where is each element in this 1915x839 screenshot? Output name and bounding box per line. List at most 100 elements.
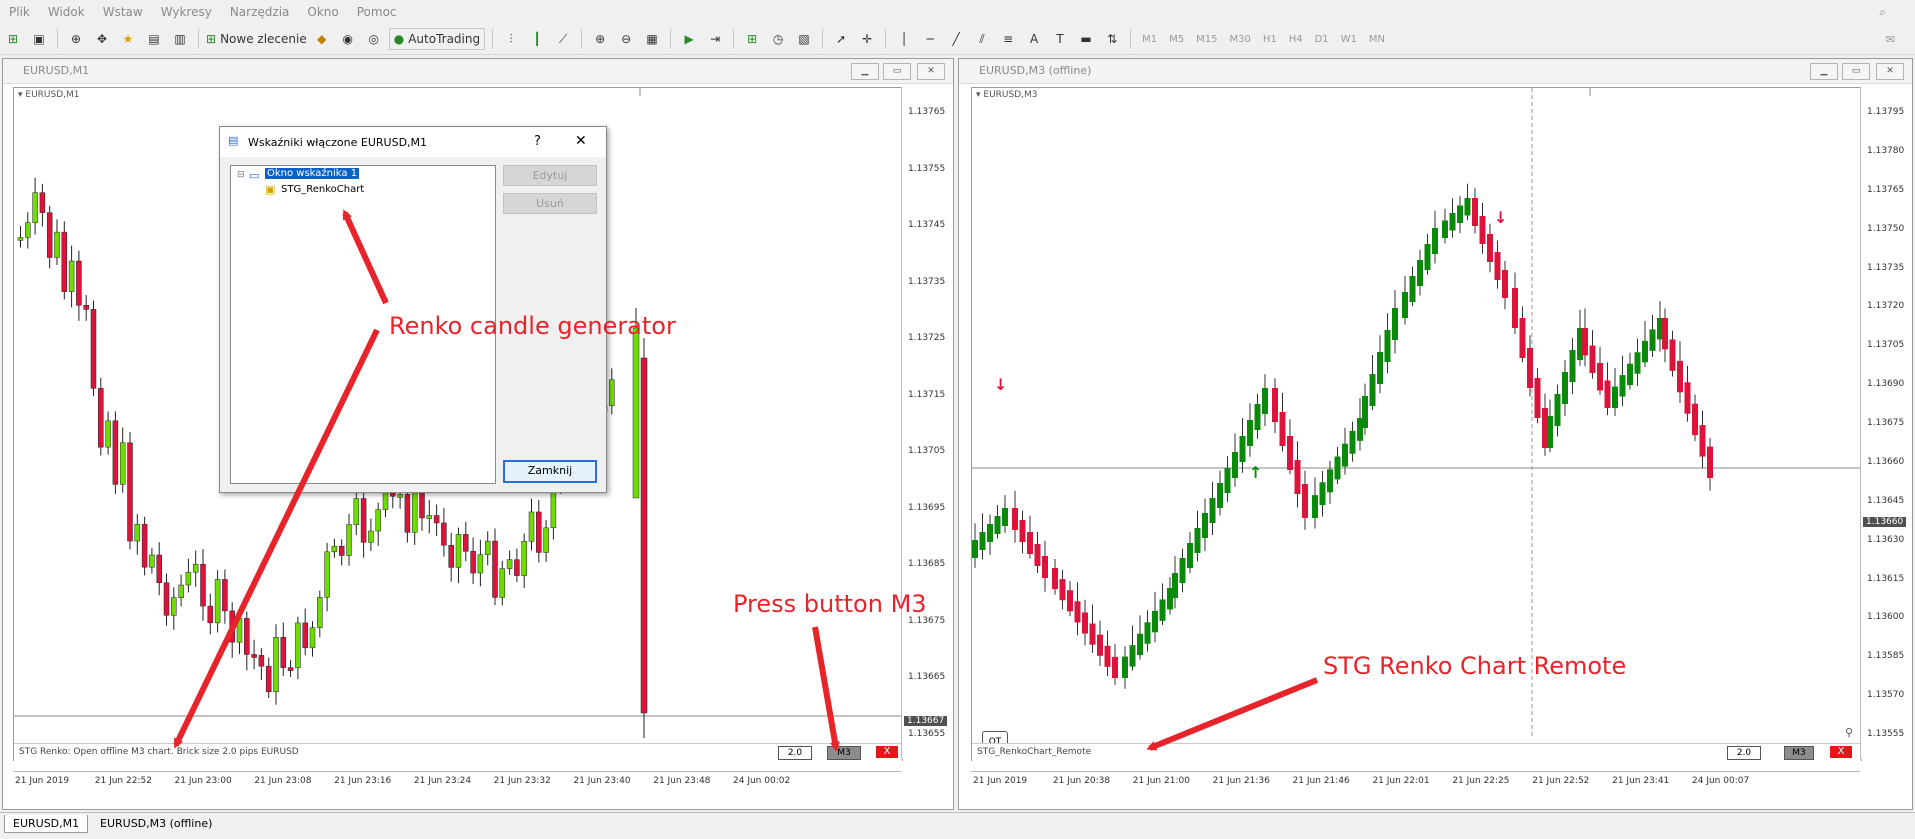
renko-brick (1012, 508, 1018, 530)
renko-brick (994, 516, 1001, 534)
new-order-button[interactable]: ⊞ Nowe zlecenie (206, 29, 307, 49)
shapes-icon[interactable]: ▬ (1075, 29, 1097, 49)
horizontal-line-icon[interactable]: ─ (919, 29, 941, 49)
right-close-x-button[interactable]: X (1830, 746, 1852, 758)
chart-shift-icon[interactable]: ⇥ (704, 29, 726, 49)
renko-brick (1302, 484, 1308, 518)
renko-brick (1144, 622, 1151, 644)
subwindow-icon: ▭ (249, 169, 260, 182)
trendline-icon[interactable]: ╱ (945, 29, 967, 49)
close-dialog-button[interactable]: Zamknij (503, 460, 597, 483)
new-chart-icon[interactable]: ⊞ (2, 29, 24, 49)
candle (470, 551, 476, 574)
tester-icon[interactable]: ▥ (169, 29, 191, 49)
search-icon[interactable]: ⌕ (1870, 5, 1895, 20)
dialog-close-button[interactable]: ✕ (575, 133, 587, 149)
left-close-x-button[interactable]: X (876, 746, 898, 758)
renko-brick (1187, 543, 1193, 568)
left-brick-input[interactable]: 2.0 (778, 746, 812, 760)
indicators-icon[interactable]: ⊞ (741, 29, 763, 49)
candle (163, 582, 170, 616)
price-label: 1.13780 (1867, 145, 1905, 156)
timeframe-m5[interactable]: M5 (1169, 34, 1184, 45)
timeframe-m15[interactable]: M15 (1196, 34, 1217, 45)
close-window-button[interactable]: ✕ (917, 63, 945, 80)
channel-icon[interactable]: ⫽ (971, 29, 993, 49)
line-chart-icon[interactable]: ⟋ (552, 29, 574, 49)
collapse-icon[interactable]: ⊟ (237, 170, 245, 180)
price-label: 1.13655 (908, 729, 946, 739)
tree-root-item[interactable]: Okno wskaźnika 1 (265, 168, 360, 179)
tab-eurusd-m3-offline[interactable]: EURUSD,M3 (offline) (92, 815, 220, 832)
label-icon[interactable]: T (1049, 29, 1071, 49)
cursor-icon[interactable]: ➚ (830, 29, 852, 49)
community-icon[interactable]: ◎ (363, 29, 385, 49)
profiles-icon[interactable]: ▣ (28, 29, 50, 49)
renko-brick (1662, 318, 1668, 350)
left-current-price-tag: 1.13667 (904, 716, 948, 726)
templates-icon[interactable]: ▧ (793, 29, 815, 49)
left-m3-button[interactable]: M3 (827, 746, 861, 760)
signals-icon[interactable]: ◉ (337, 29, 359, 49)
candle (251, 654, 257, 658)
market-watch-icon[interactable]: ⊕ (65, 29, 87, 49)
metaeditor-icon[interactable]: ◆ (311, 29, 333, 49)
arrows-icon[interactable]: ⇅ (1101, 29, 1123, 49)
timeframe-w1[interactable]: W1 (1341, 34, 1357, 45)
tree-child-item[interactable]: STG_RenkoChart (281, 184, 364, 195)
menu-narzedzia[interactable]: Narzędzia (221, 5, 299, 19)
menu-widok[interactable]: Widok (39, 5, 94, 19)
crosshair-icon[interactable]: ✛ (856, 29, 878, 49)
candle (229, 610, 235, 643)
close-window-button[interactable]: ✕ (1876, 63, 1904, 80)
help-button[interactable]: ? (534, 134, 541, 149)
zoom-in-icon[interactable]: ⊕ (589, 29, 611, 49)
zoom-out-icon[interactable]: ⊖ (615, 29, 637, 49)
renko-brick (1247, 420, 1253, 446)
menu-wykresy[interactable]: Wykresy (152, 5, 221, 19)
menu-wstaw[interactable]: Wstaw (94, 5, 152, 19)
candlestick-icon[interactable]: ┃ (526, 29, 548, 49)
chat-icon[interactable]: ✉ (1886, 33, 1895, 46)
tile-windows-icon[interactable]: ▦ (641, 29, 663, 49)
periods-icon[interactable]: ◷ (767, 29, 789, 49)
renko-brick (1202, 513, 1208, 538)
navigator-icon[interactable]: ✥ (91, 29, 113, 49)
auto-scroll-icon[interactable]: ▶ (678, 29, 700, 49)
menu-plik[interactable]: Plik (0, 5, 39, 19)
delete-button[interactable]: Usuń (503, 193, 597, 214)
price-label: 1.13735 (908, 276, 946, 287)
right-brick-input[interactable]: 2.0 (1727, 746, 1761, 760)
bar-chart-icon[interactable]: ⫶ (500, 29, 522, 49)
timeframe-mn[interactable]: MN (1369, 34, 1385, 45)
minimize-button[interactable]: ▁ (1810, 63, 1838, 80)
renko-brick (1239, 436, 1246, 462)
timeframe-m30[interactable]: M30 (1229, 34, 1250, 45)
right-m3-button[interactable]: M3 (1784, 746, 1814, 760)
text-icon[interactable]: A (1023, 29, 1045, 49)
timeframe-m1[interactable]: M1 (1142, 34, 1157, 45)
autotrading-button[interactable]: ● AutoTrading (388, 28, 486, 50)
fibo-icon[interactable]: ≡ (997, 29, 1019, 49)
price-label: 1.13665 (908, 672, 946, 683)
restore-button[interactable]: ▭ (1842, 63, 1870, 80)
timeframe-h1[interactable]: H1 (1263, 34, 1277, 45)
menu-okno[interactable]: Okno (298, 5, 347, 19)
renko-brick (1279, 412, 1286, 446)
timeframe-d1[interactable]: D1 (1315, 34, 1329, 45)
menu-pomoc[interactable]: Pomoc (348, 5, 406, 19)
terminal-icon[interactable]: ▤ (143, 29, 165, 49)
timeframe-h4[interactable]: H4 (1289, 34, 1303, 45)
tab-eurusd-m1[interactable]: EURUSD,M1 (4, 815, 89, 833)
edit-button[interactable]: Edytuj (503, 165, 597, 186)
restore-button[interactable]: ▭ (883, 63, 911, 80)
minimize-button[interactable]: ▁ (851, 63, 879, 80)
renko-brick (1262, 388, 1268, 414)
renko-brick (1137, 633, 1143, 656)
vertical-line-icon[interactable]: │ (893, 29, 915, 49)
renko-brick (1122, 656, 1128, 678)
price-label: 1.13685 (908, 559, 946, 570)
favorites-icon[interactable]: ★ (117, 29, 139, 49)
annotation-press-m3: Press button M3 (733, 590, 927, 618)
time-label: 21 Jun 23:41 (1612, 776, 1670, 786)
